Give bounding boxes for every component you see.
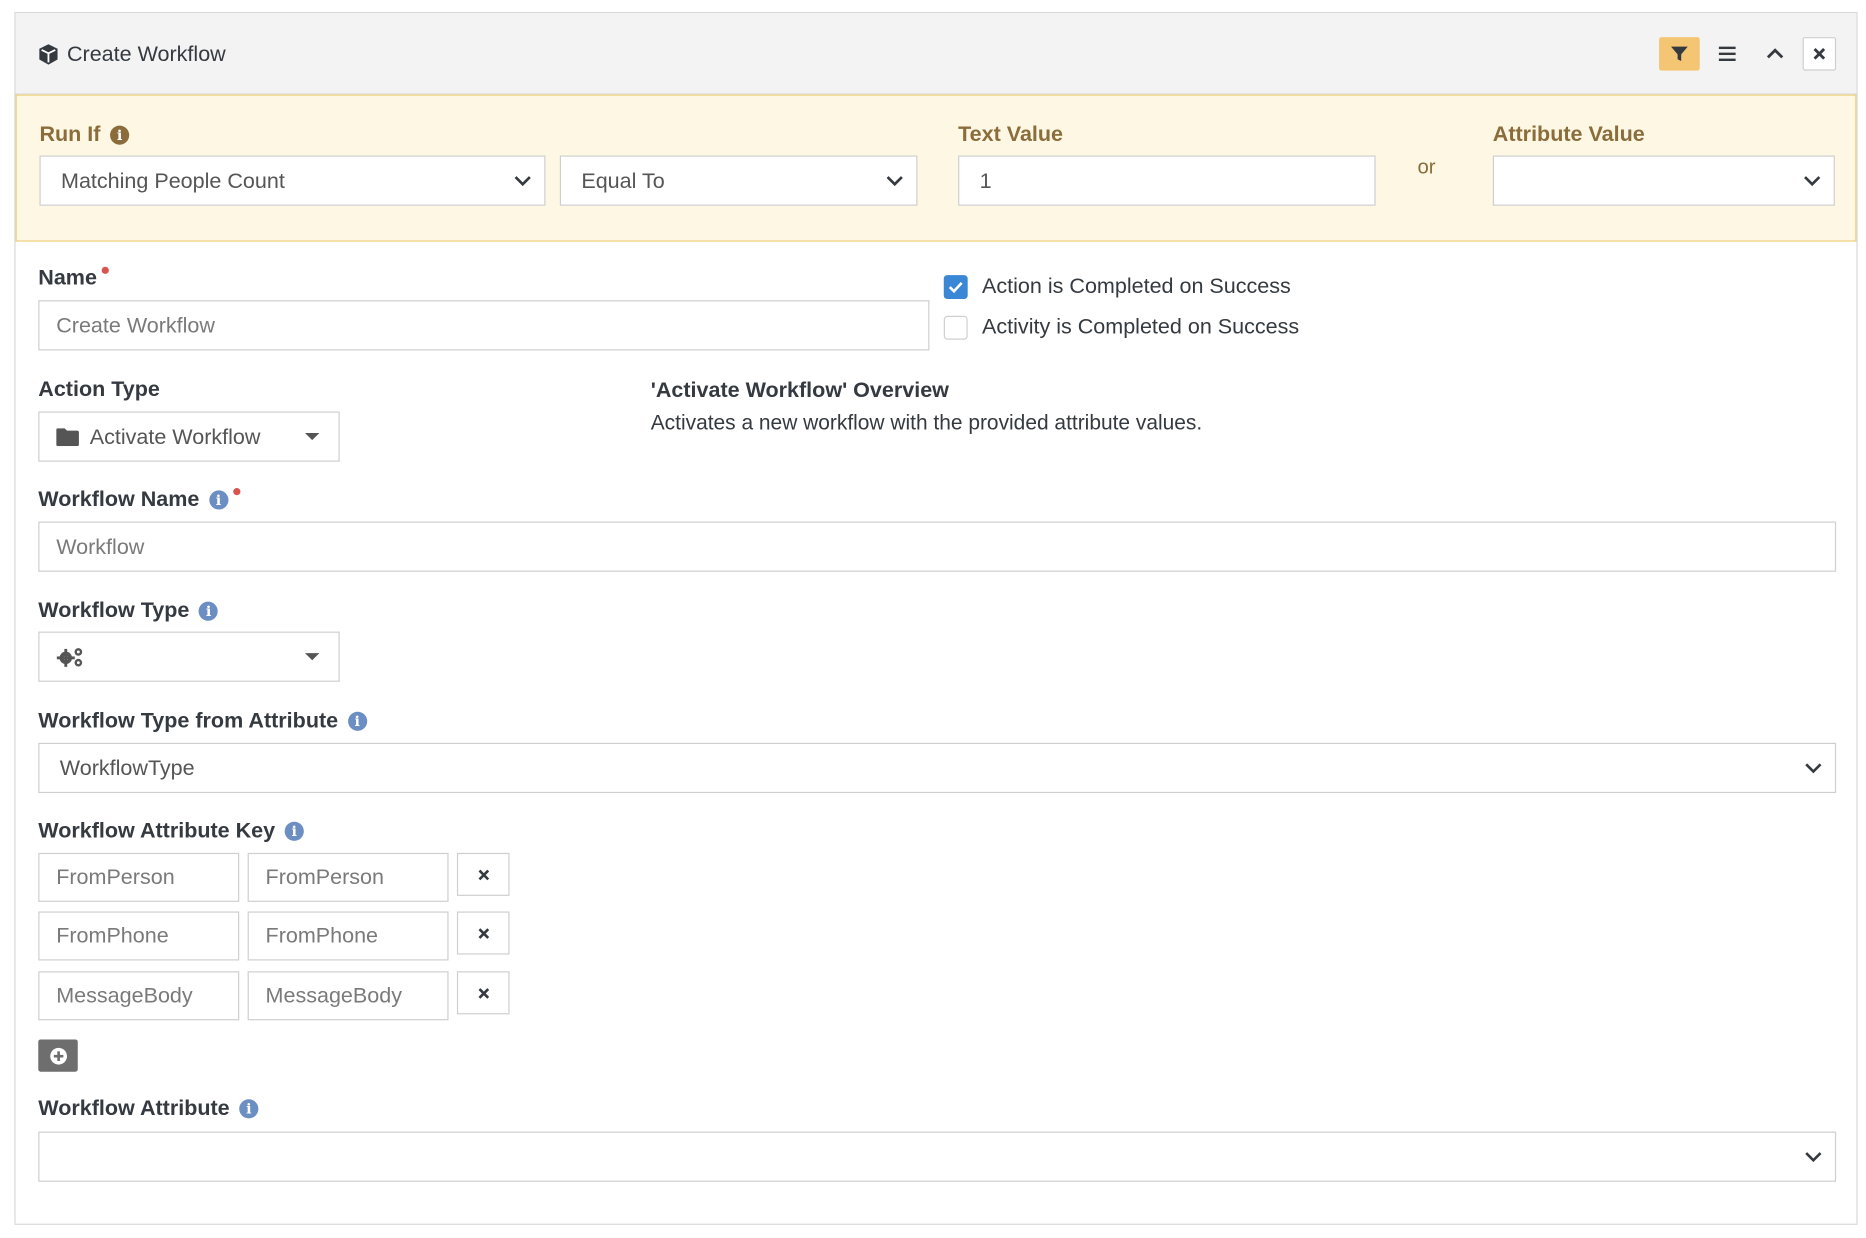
workflow-name-input[interactable]: Workflow <box>38 521 1837 572</box>
name-label: Name <box>38 266 109 291</box>
name-input[interactable]: Create Workflow <box>38 300 930 351</box>
chevron-down-icon <box>1804 176 1821 187</box>
info-icon[interactable]: i <box>347 711 367 731</box>
info-icon[interactable]: i <box>208 489 229 509</box>
action-completed-checkbox[interactable]: Action is Completed on Success <box>943 273 1291 299</box>
activity-completed-checkbox[interactable]: Activity is Completed on Success <box>943 314 1300 340</box>
workflow-attribute-label-text: Workflow Attribute <box>38 1095 230 1120</box>
action-type-value: Activate Workflow <box>89 424 261 448</box>
run-if-label: Run If i <box>39 122 130 147</box>
run-if-section: Run If i Matching People Count Equal To … <box>15 94 1857 242</box>
workflow-type-picker[interactable] <box>38 631 340 682</box>
checkbox-checked[interactable] <box>943 274 968 299</box>
required-indicator <box>232 487 241 495</box>
info-icon[interactable]: i <box>284 821 304 841</box>
attribute-value-input[interactable]: MessageBody <box>247 971 449 1021</box>
close-icon <box>477 869 489 880</box>
close-icon <box>1813 48 1826 60</box>
workflow-type-label: Workflow Type i <box>38 598 219 623</box>
filter-button[interactable] <box>1659 37 1700 71</box>
workflow-type-from-attribute-label-text: Workflow Type from Attribute <box>38 708 339 733</box>
check-icon <box>948 281 963 293</box>
run-if-field-value: Matching People Count <box>61 168 285 192</box>
remove-row-button[interactable] <box>456 971 510 1015</box>
close-button[interactable] <box>1802 37 1837 71</box>
text-value-label: Text Value <box>958 122 1064 146</box>
run-if-label-text: Run If <box>39 122 101 146</box>
attribute-value-select[interactable] <box>1492 155 1835 206</box>
panel-title: Create Workflow <box>37 41 226 67</box>
panel-title-text: Create Workflow <box>66 41 226 66</box>
panel-actions <box>1652 37 1837 71</box>
close-icon <box>477 987 489 999</box>
workflow-type-label-text: Workflow Type <box>38 598 190 622</box>
attribute-value-label: Attribute Value <box>1492 122 1645 146</box>
attribute-value-input[interactable]: FromPerson <box>247 852 449 902</box>
chevron-down-icon <box>514 176 531 187</box>
chevron-down-icon <box>1805 1152 1822 1163</box>
caret-down-icon <box>305 433 320 441</box>
info-icon[interactable]: i <box>239 1098 259 1118</box>
overview-description: Activates a new workflow with the provid… <box>650 410 1203 435</box>
remove-row-button[interactable] <box>456 852 510 896</box>
cube-icon <box>39 43 58 65</box>
run-if-operator-value: Equal To <box>581 168 665 192</box>
caret-down-icon <box>305 653 320 661</box>
chevron-up-icon <box>1766 48 1784 59</box>
chevron-down-icon <box>1805 763 1822 774</box>
panel-header: Create Workflow <box>15 13 1857 95</box>
remove-row-button[interactable] <box>456 911 510 955</box>
workflow-attribute-select[interactable] <box>38 1131 1837 1182</box>
workflow-name-label: Workflow Name i <box>38 486 241 512</box>
chevron-down-icon <box>886 176 903 187</box>
gears-icon <box>56 648 83 667</box>
attribute-key-input[interactable]: FromPerson <box>38 852 240 902</box>
workflow-attribute-key-label: Workflow Attribute Key i <box>38 818 304 843</box>
action-panel: Create Workflow Run If i Matching People… <box>14 11 1858 1225</box>
action-completed-label: Action is Completed on Success <box>982 273 1291 298</box>
workflow-attribute-label: Workflow Attribute i <box>38 1095 259 1121</box>
collapse-button[interactable] <box>1755 37 1796 70</box>
action-type-label: Action Type <box>38 376 160 401</box>
filter-icon <box>1671 46 1688 62</box>
info-icon[interactable]: i <box>198 601 219 621</box>
info-icon[interactable]: i <box>110 124 130 145</box>
menu-button[interactable] <box>1707 37 1748 70</box>
plus-circle-icon <box>49 1047 67 1064</box>
menu-icon <box>1718 46 1736 62</box>
overview-title: 'Activate Workflow' Overview <box>650 377 949 402</box>
workflow-type-from-attribute-label: Workflow Type from Attribute i <box>38 708 367 733</box>
workflow-name-label-text: Workflow Name <box>38 486 200 511</box>
workflow-attribute-key-label-text: Workflow Attribute Key <box>38 818 276 843</box>
attribute-key-input[interactable]: MessageBody <box>38 971 240 1021</box>
run-if-operator-select[interactable]: Equal To <box>559 155 918 206</box>
workflow-type-from-attribute-select[interactable]: WorkflowType <box>38 742 1837 794</box>
workflow-type-from-attribute-value: WorkflowType <box>59 755 195 780</box>
add-row-button[interactable] <box>38 1039 78 1072</box>
required-indicator <box>101 266 109 274</box>
action-type-picker[interactable]: Activate Workflow <box>38 411 340 462</box>
text-value-input[interactable]: 1 <box>958 155 1376 206</box>
run-if-field-select[interactable]: Matching People Count <box>39 155 546 206</box>
folder-icon <box>56 427 79 446</box>
attribute-value-input[interactable]: FromPhone <box>247 911 449 961</box>
activity-completed-label: Activity is Completed on Success <box>982 314 1300 339</box>
checkbox-unchecked[interactable] <box>943 315 968 340</box>
attribute-key-input[interactable]: FromPhone <box>38 911 240 961</box>
close-icon <box>477 927 489 939</box>
or-separator: or <box>1417 155 1436 179</box>
name-label-text: Name <box>38 265 97 290</box>
